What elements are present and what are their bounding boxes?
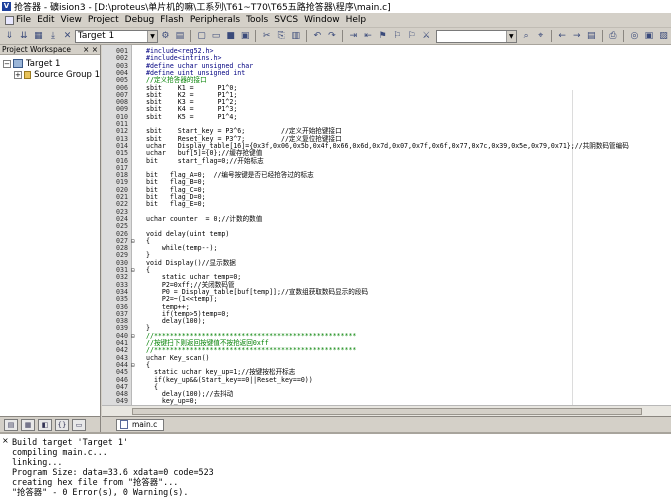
workspace-tabs: ▤ ▦ ◧ {} ▭ bbox=[0, 416, 100, 432]
window-title: 抢答器 - 礦ision3 - [D:\proteus\单片机的嘛\工系列\T6… bbox=[14, 3, 391, 13]
indent-icon[interactable]: ⇥ bbox=[347, 30, 360, 43]
find-icon[interactable]: ⌕ bbox=[520, 30, 533, 43]
save-icon[interactable]: ■ bbox=[224, 30, 237, 43]
workspace-close-button[interactable]: × × bbox=[83, 45, 98, 54]
build-output-text: Build target 'Target 1' compiling main.c.… bbox=[12, 437, 214, 497]
toolbar-separator bbox=[342, 30, 344, 42]
toolbar: ⇓ ⇊ ▦ ⤓ ✕ Target 1 ▼ ⚙ ▤ ▢ ▭ ■ ▣ ✂ ⎘ ▥ ↶… bbox=[0, 28, 671, 45]
build-output-line: Build target 'Target 1' bbox=[12, 437, 128, 447]
debug-icon[interactable]: ◎ bbox=[628, 30, 641, 43]
layout-icon[interactable]: ▨ bbox=[657, 30, 670, 43]
file-icon bbox=[5, 15, 14, 25]
menu-project[interactable]: Project bbox=[85, 13, 122, 27]
build-output-line: linking... bbox=[12, 457, 63, 467]
menu-flash[interactable]: Flash bbox=[157, 13, 187, 27]
file-tab-main-c[interactable]: main.c bbox=[116, 418, 165, 431]
target-icon bbox=[13, 59, 23, 68]
menu-file[interactable]: File bbox=[2, 13, 34, 27]
toolbar-separator bbox=[306, 30, 308, 42]
menu-bar: File Edit View Project Debug Flash Perip… bbox=[0, 13, 671, 28]
unindent-icon[interactable]: ⇤ bbox=[362, 30, 375, 43]
scrollbar-thumb[interactable] bbox=[132, 408, 642, 415]
paste-icon[interactable]: ▥ bbox=[290, 30, 303, 43]
tree-item-target-label: Target 1 bbox=[26, 58, 61, 69]
build-output-line: Program Size: data=33.6 xdata=0 code=523 bbox=[12, 467, 214, 477]
undo-icon[interactable]: ↶ bbox=[311, 30, 324, 43]
menu-view[interactable]: View bbox=[58, 13, 85, 27]
new-file-icon[interactable]: ▢ bbox=[195, 30, 208, 43]
build-output-line: "抢答器" - 0 Error(s), 0 Warning(s). bbox=[12, 487, 189, 497]
chevron-down-icon: ▼ bbox=[505, 30, 516, 42]
toolbar-separator bbox=[623, 30, 625, 42]
menu-edit[interactable]: Edit bbox=[34, 13, 57, 27]
bookmark-next-icon[interactable]: ⚐ bbox=[405, 30, 418, 43]
print-icon[interactable]: ⎙ bbox=[607, 30, 620, 43]
cut-icon[interactable]: ✂ bbox=[260, 30, 273, 43]
redo-icon[interactable]: ↷ bbox=[326, 30, 339, 43]
toolbar-separator bbox=[550, 30, 552, 42]
title-bar: V 抢答器 - 礦ision3 - [D:\proteus\单片机的嘛\工系列\… bbox=[0, 0, 671, 13]
menu-svcs[interactable]: SVCS bbox=[271, 13, 301, 27]
load-icon[interactable]: ⤓ bbox=[47, 30, 60, 43]
folder-icon bbox=[23, 70, 32, 79]
find-combo[interactable]: ▼ bbox=[435, 29, 517, 43]
window-mode-icon[interactable]: ▣ bbox=[643, 30, 656, 43]
translate-icon[interactable]: ⇓ bbox=[3, 30, 16, 43]
back-icon[interactable]: ← bbox=[556, 30, 569, 43]
bookmark-toggle-icon[interactable]: ⚑ bbox=[376, 30, 389, 43]
bookmark-prev-icon[interactable]: ⚐ bbox=[391, 30, 404, 43]
build-output-panel: × Build target 'Target 1' compiling main.… bbox=[0, 432, 671, 503]
find-in-files-icon[interactable]: ⌖ bbox=[534, 30, 547, 43]
target-select-label: Target 1 bbox=[77, 31, 115, 41]
outline-icon[interactable]: ▤ bbox=[585, 30, 598, 43]
horizontal-scrollbar[interactable] bbox=[102, 405, 671, 416]
target-options-icon[interactable]: ⚙ bbox=[159, 30, 172, 43]
build-output-line: creating hex file from "抢答器"... bbox=[12, 477, 179, 487]
menu-peripherals[interactable]: Peripherals bbox=[187, 13, 243, 27]
c-file-icon bbox=[120, 420, 128, 429]
rebuild-icon[interactable]: ▦ bbox=[32, 30, 45, 43]
tree-item-target[interactable]: − Target 1 bbox=[0, 58, 100, 69]
collapse-icon[interactable]: − bbox=[3, 59, 11, 68]
toolbar-separator bbox=[190, 30, 192, 42]
menu-help[interactable]: Help bbox=[343, 13, 370, 27]
chevron-down-icon: ▼ bbox=[147, 30, 158, 42]
workspace-title-bar: Project Workspace × × bbox=[0, 45, 100, 55]
menu-window[interactable]: Window bbox=[301, 13, 343, 27]
forward-icon[interactable]: → bbox=[570, 30, 583, 43]
toolbar-separator bbox=[255, 30, 257, 42]
file-tabs: main.c bbox=[102, 416, 671, 432]
expand-icon[interactable]: + bbox=[14, 70, 22, 79]
functions-tab-icon[interactable]: {} bbox=[55, 418, 69, 431]
manage-components-icon[interactable]: ▤ bbox=[174, 30, 187, 43]
menu-debug[interactable]: Debug bbox=[122, 13, 158, 27]
tree-item-source-group-label: Source Group 1 bbox=[34, 69, 100, 80]
templates-tab-icon[interactable]: ▭ bbox=[72, 418, 86, 431]
code-editor[interactable]: 001 #include<reg52.h> 002 #include<intrins.… bbox=[102, 45, 671, 416]
close-icon[interactable]: × bbox=[2, 436, 9, 445]
project-workspace: Project Workspace × × − Target 1 + Sourc… bbox=[0, 45, 101, 432]
options-icon[interactable]: ✕ bbox=[61, 30, 74, 43]
regs-tab-icon[interactable]: ▦ bbox=[21, 418, 35, 431]
file-tab-label: main.c bbox=[132, 420, 158, 429]
save-all-icon[interactable]: ▣ bbox=[239, 30, 252, 43]
copy-icon[interactable]: ⎘ bbox=[275, 30, 288, 43]
build-icon[interactable]: ⇊ bbox=[18, 30, 31, 43]
menu-tools[interactable]: Tools bbox=[243, 13, 271, 27]
tree-item-source-group[interactable]: + Source Group 1 bbox=[0, 69, 100, 80]
toolbar-separator bbox=[601, 30, 603, 42]
files-tab-icon[interactable]: ▤ bbox=[4, 418, 18, 431]
workspace-title: Project Workspace bbox=[2, 45, 72, 54]
bookmark-clear-icon[interactable]: ⚔ bbox=[420, 30, 433, 43]
target-select[interactable]: Target 1 ▼ bbox=[74, 29, 159, 43]
open-file-icon[interactable]: ▭ bbox=[210, 30, 223, 43]
build-output-line: compiling main.c... bbox=[12, 447, 108, 457]
books-tab-icon[interactable]: ◧ bbox=[38, 418, 52, 431]
app-icon: V bbox=[2, 2, 11, 11]
